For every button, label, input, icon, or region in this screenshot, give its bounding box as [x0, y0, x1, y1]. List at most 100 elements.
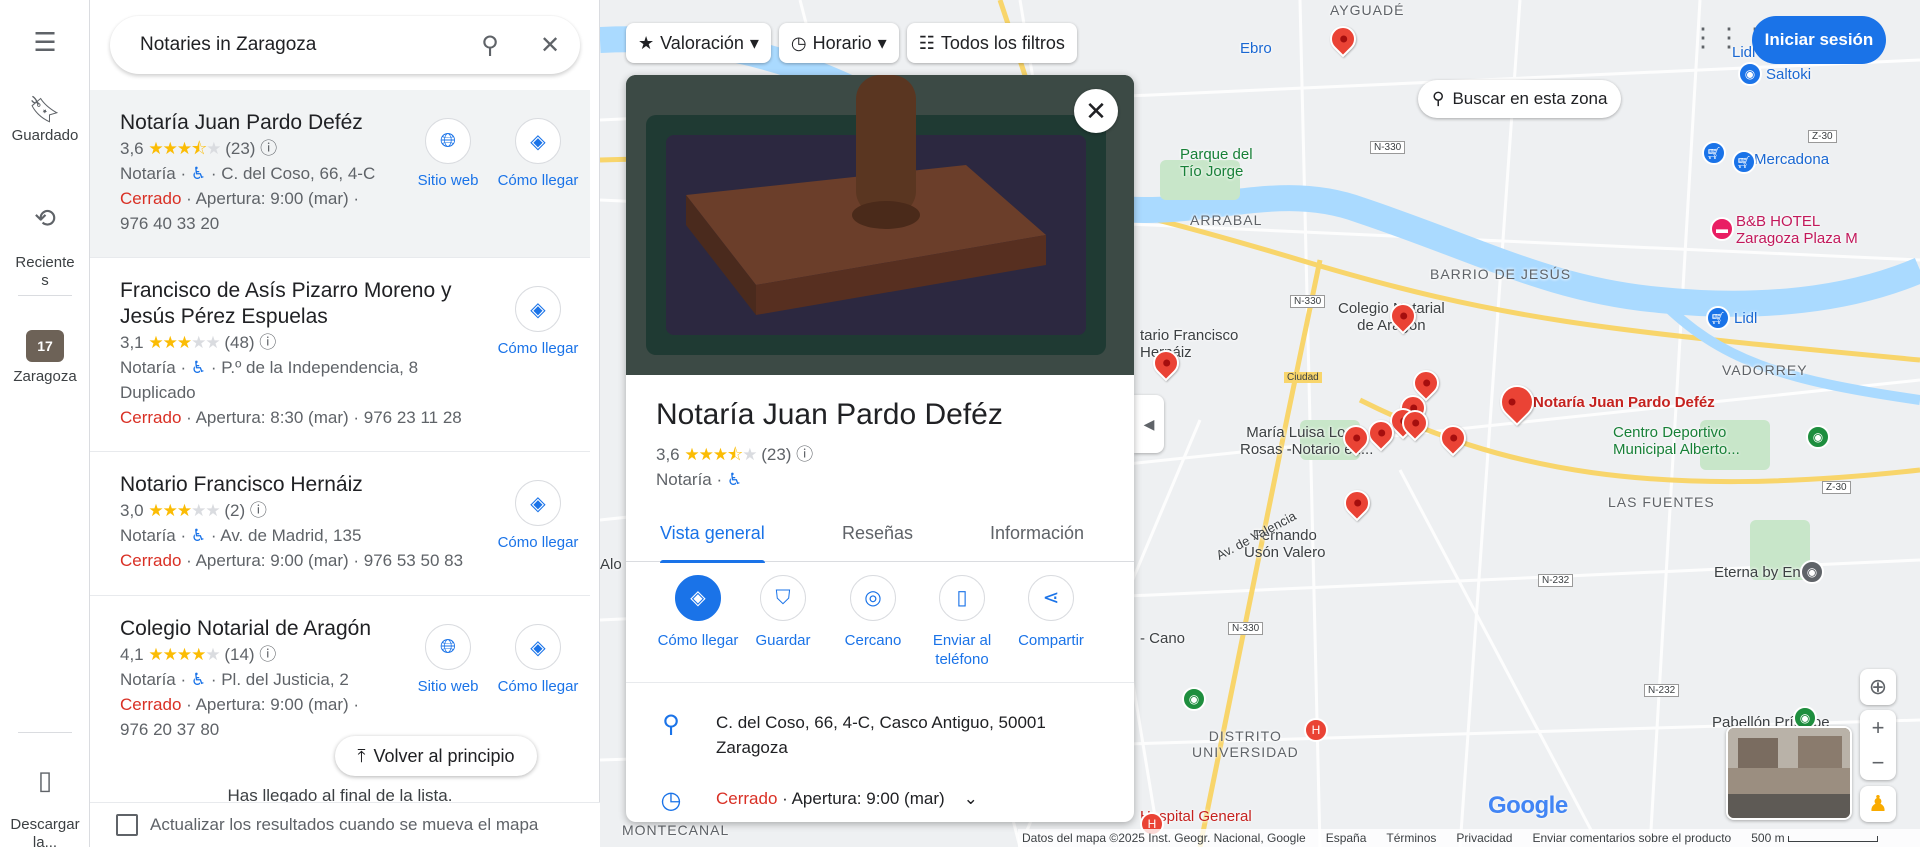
cart-icon[interactable]: 🛒︎	[1706, 306, 1730, 330]
shopping-icon[interactable]: ◉	[1800, 560, 1824, 584]
zoom-in-button[interactable]: +	[1860, 710, 1896, 745]
search-box[interactable]: Notaries in Zaragoza ⚲ ✕	[110, 16, 580, 74]
update-results-label: Actualizar los resultados cuando se muev…	[150, 815, 539, 834]
result-name[interactable]: Notario Francisco Hernáiz	[120, 472, 475, 498]
shop-icon[interactable]: ◉	[1738, 62, 1762, 86]
collapse-panel-button[interactable]: ◀	[1134, 395, 1164, 453]
update-results-bar: Actualizar los resultados cuando se muev…	[90, 802, 600, 847]
result-item[interactable]: Francisco de Asís Pizarro Moreno y Jesús…	[90, 258, 590, 452]
close-card-button[interactable]: ✕	[1074, 89, 1118, 133]
rating-chip[interactable]: ★ Valoración ▾	[626, 23, 771, 63]
save-button[interactable]: ⛉ Guardar	[738, 575, 828, 650]
all-filters-chip[interactable]: ☷ Todos los filtros	[906, 23, 1077, 63]
wheelchair-icon: ♿︎	[190, 670, 207, 689]
update-results-checkbox[interactable]	[116, 814, 138, 836]
info-icon[interactable]: ⓘ	[259, 645, 276, 664]
place-label: Zaragoza	[13, 368, 77, 385]
search-this-area-button[interactable]: ⚲ Buscar en esta zona	[1418, 80, 1622, 118]
apps-grid-icon[interactable]: ⋮⋮⋮	[1690, 22, 1768, 62]
saved-button[interactable]: 🔖︎ Guardado	[0, 95, 90, 145]
menu-button[interactable]: ☰	[0, 28, 90, 60]
rail-divider	[18, 295, 72, 296]
stars: ★★★★★	[148, 333, 220, 352]
cart-icon[interactable]: 🛒︎	[1702, 141, 1726, 165]
menu-icon: ☰	[33, 27, 57, 57]
search-input[interactable]: Notaries in Zaragoza	[140, 34, 460, 56]
place-photo[interactable]: ✕	[626, 75, 1134, 375]
wheelchair-icon: ♿︎	[190, 358, 207, 377]
wheelchair-icon: ♿︎	[190, 164, 207, 183]
filter-chips: ★ Valoración ▾ ◷ Horario ▾ ☷ Todos los filtro…	[626, 23, 1077, 63]
cart-icon[interactable]: 🛒︎	[1732, 150, 1756, 174]
result-name[interactable]: Francisco de Asís Pizarro Moreno y Jesús…	[120, 278, 475, 330]
nearby-button[interactable]: ◎ Cercano	[828, 575, 918, 650]
rail-divider	[18, 732, 72, 733]
hours-row[interactable]: ◷ Cerrado · Apertura: 9:00 (mar) ⌄	[626, 786, 1134, 815]
hotel-icon[interactable]: ▬	[1710, 217, 1734, 241]
place-card: ✕ Notaría Juan Pardo Deféz 3,6 ★★★⯪★ (23…	[626, 75, 1134, 822]
stars: ★★★★★	[148, 645, 220, 664]
directions-button[interactable]: ◈ Cómo llegar	[496, 118, 580, 189]
scale-bar[interactable]: 500 m	[1751, 831, 1878, 845]
caret-down-icon: ▾	[749, 32, 759, 53]
download-app-button[interactable]: ▯ Descargar la...	[0, 748, 90, 847]
zoom-out-button[interactable]: −	[1860, 745, 1896, 780]
map-label-lidl: Lidl	[1734, 310, 1758, 327]
directions-button[interactable]: ◈ Cómo llegar	[653, 575, 743, 650]
pegman-icon: ♟	[1868, 791, 1888, 816]
map-label-selected[interactable]: Notaría Juan Pardo Deféz	[1533, 394, 1715, 411]
zoom-controls: + −	[1860, 710, 1896, 780]
info-icon[interactable]: ⓘ	[796, 445, 813, 464]
info-icon[interactable]: ⓘ	[260, 139, 277, 158]
privacy-link[interactable]: Privacidad	[1456, 831, 1512, 845]
address-text: C. del Coso, 66, 4-C, Casco Antiguo, 500…	[716, 713, 1046, 757]
recent-place-zaragoza[interactable]: 17 Zaragoza	[0, 330, 90, 386]
send-to-phone-button[interactable]: ▯ Enviar al teléfono	[917, 575, 1007, 669]
result-item[interactable]: Notario Francisco Hernáiz 3,0 ★★★★★ (2) …	[90, 452, 590, 596]
hours-chip[interactable]: ◷ Horario ▾	[778, 23, 899, 63]
share-button[interactable]: ⋖ Compartir	[1006, 575, 1096, 650]
recent-button[interactable]: ⟲ Reciente s	[0, 186, 90, 290]
country-link[interactable]: España	[1326, 831, 1367, 845]
search-icon[interactable]: ⚲	[460, 31, 520, 60]
hours-text: Cerrado · Apertura: 9:00 (mar) ⌄	[716, 789, 978, 808]
pegman-button[interactable]: ♟	[1860, 786, 1896, 822]
download-label: Descargar la...	[10, 816, 80, 847]
website-button[interactable]: 🌐︎ Sitio web	[406, 624, 490, 695]
saved-label: Guardado	[11, 127, 79, 144]
feedback-link[interactable]: Enviar comentarios sobre el producto	[1532, 831, 1731, 845]
directions-button[interactable]: ◈ Cómo llegar	[496, 286, 580, 357]
address-row[interactable]: ⚲ C. del Coso, 66, 4-C, Casco Antiguo, 5…	[626, 710, 1134, 760]
road-badge: N-330	[1228, 622, 1264, 635]
park-icon[interactable]: ◉	[1806, 425, 1830, 449]
back-to-top-button[interactable]: ⤒ Volver al principio	[335, 736, 537, 776]
tab-information[interactable]: Información	[990, 505, 1084, 562]
stars: ★★★⯪★	[684, 445, 757, 464]
side-rail: ☰ 🔖︎ Guardado ⟲ Reciente s 17 Zaragoza ▯…	[0, 0, 90, 847]
directions-button[interactable]: ◈ Cómo llegar	[496, 624, 580, 695]
map-label-aygude: AYGUADÉ	[1330, 2, 1405, 18]
terms-link[interactable]: Términos	[1386, 831, 1436, 845]
my-location-button[interactable]: ⊕	[1860, 669, 1896, 705]
place-actions: ◈ Cómo llegar ⛉ Guardar ◎ Cercano ▯ Enviar a…	[626, 575, 1134, 683]
signin-button[interactable]: Iniciar sesión	[1752, 16, 1886, 64]
tab-overview[interactable]: Vista general	[660, 505, 765, 563]
website-button[interactable]: 🌐︎ Sitio web	[406, 118, 490, 189]
tab-reviews[interactable]: Reseñas	[842, 505, 913, 562]
info-icon[interactable]: ⓘ	[259, 333, 276, 352]
map-label-parque: Parque del Tío Jorge	[1180, 146, 1253, 180]
tune-icon: ☷	[918, 32, 935, 53]
crosshair-icon: ⊕	[1868, 674, 1888, 699]
place-tabs: Vista general Reseñas Información	[626, 505, 1134, 563]
hospital-icon[interactable]: H	[1304, 718, 1328, 742]
results-list: Notaría Juan Pardo Deféz 3,6 ★★★⯪★ (23) …	[90, 90, 590, 800]
street-view-thumbnail[interactable]	[1726, 726, 1852, 820]
map-label-alo: Alo	[600, 556, 622, 573]
close-icon[interactable]: ✕	[520, 31, 580, 60]
result-item[interactable]: Notaría Juan Pardo Deféz 3,6 ★★★⯪★ (23) …	[90, 90, 590, 258]
info-icon[interactable]: ⓘ	[250, 501, 267, 520]
chevron-down-icon[interactable]: ⌄	[964, 789, 978, 808]
directions-button[interactable]: ◈ Cómo llegar	[496, 480, 580, 551]
clock-icon: ◷	[790, 32, 807, 53]
park-icon[interactable]: ◉	[1182, 687, 1206, 711]
